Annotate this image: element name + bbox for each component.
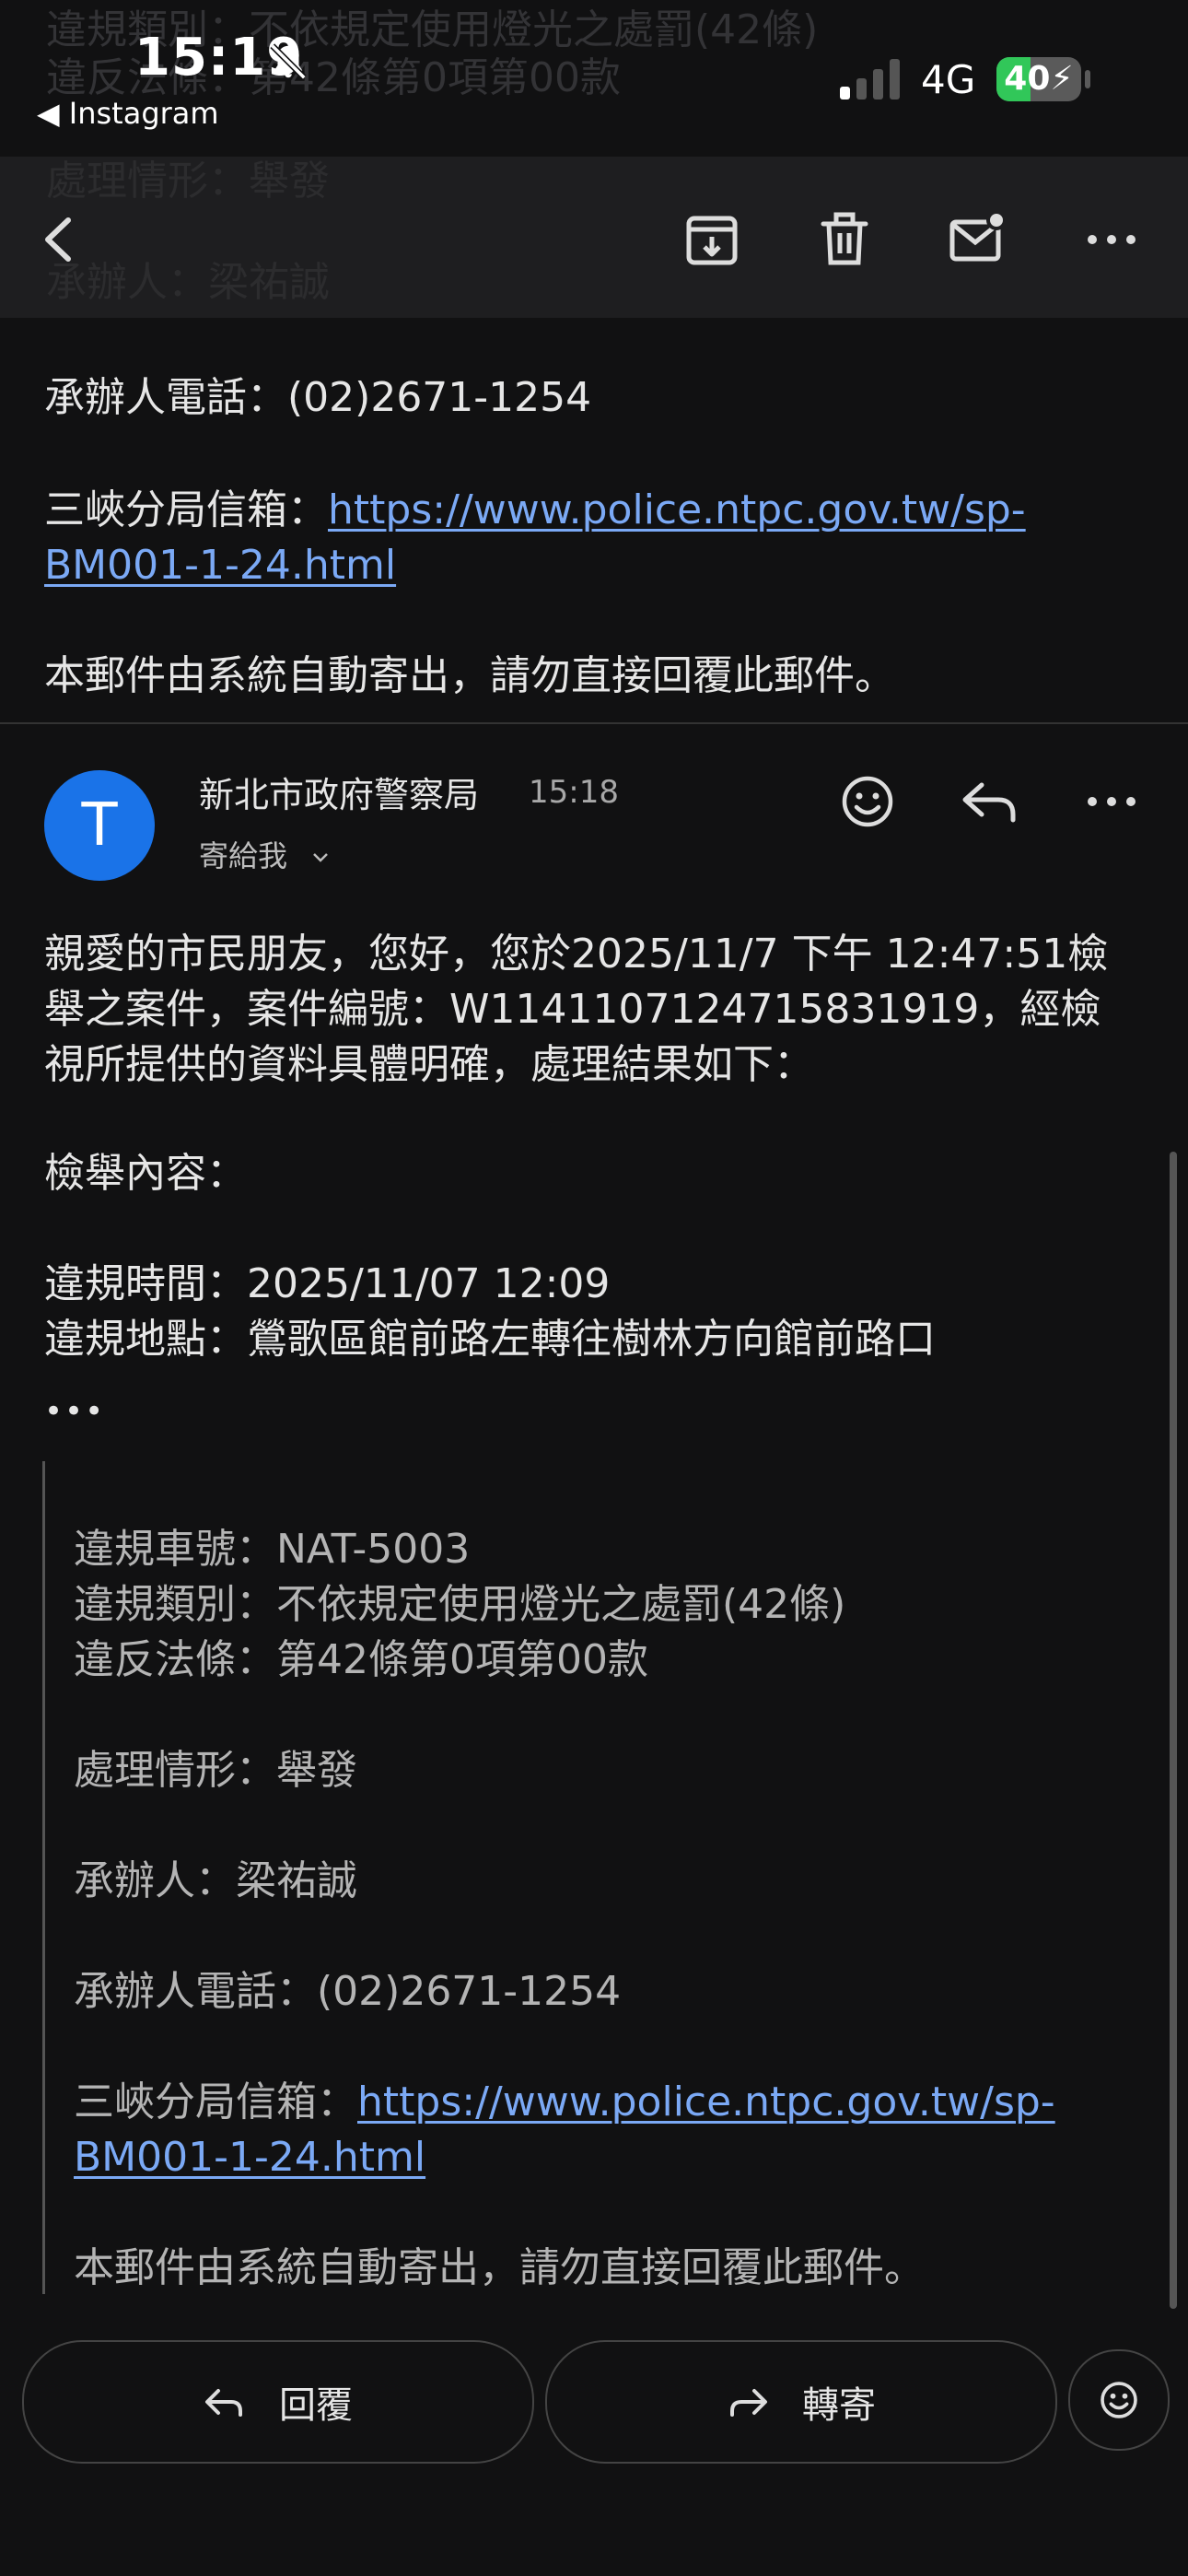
reply-icon[interactable]: [958, 772, 1022, 831]
quoted-phone: 承辦人電話：(02)2671-1254: [74, 1968, 622, 2015]
recipient-label: 寄給我: [199, 838, 288, 873]
reply-label: 回覆: [279, 2384, 353, 2427]
status-bar: 違規類別：不依規定使用燈光之處罰(42條) 違反法條：第42條第0項第00款 1…: [0, 0, 1188, 157]
mark-unread-icon[interactable]: [945, 207, 1009, 272]
bell-slash-icon: [270, 43, 307, 80]
body-line: 視所提供的資料具體明確，處理結果如下：: [44, 1041, 814, 1088]
scrollbar[interactable]: [1170, 1152, 1177, 2309]
back-to-instagram[interactable]: ◀ Instagram: [37, 96, 219, 131]
more-icon[interactable]: [1079, 207, 1144, 272]
message-time: 15:18: [529, 774, 619, 811]
back-arrow-icon[interactable]: [28, 207, 92, 272]
message-body: 親愛的市民朋友，您好，您於2025/11/7 下午 12:47:51檢 舉之案件…: [44, 927, 1159, 1093]
prev-auto-notice: 本郵件由系統自動寄出，請勿直接回覆此郵件。: [44, 652, 895, 699]
violation-time: 違規時間：2025/11/07 12:09: [44, 1260, 611, 1307]
forward-label: 轉寄: [802, 2384, 876, 2427]
forward-icon: [730, 2389, 767, 2417]
battery-level: 40: [1004, 60, 1051, 98]
emoji-icon[interactable]: [838, 772, 897, 831]
quote-bar: [42, 1461, 45, 2294]
signal-icon: [840, 59, 900, 100]
mailbox-label: 三峽分局信箱：: [44, 486, 328, 533]
emoji-reaction-button[interactable]: [1068, 2349, 1170, 2451]
quoted-status: 處理情形：舉發: [74, 1747, 357, 1794]
avatar[interactable]: T: [44, 770, 155, 881]
body-line: 親愛的市民朋友，您好，您於2025/11/7 下午 12:47:51檢: [44, 931, 1109, 978]
network-type: 4G: [921, 57, 976, 102]
charging-icon: ⚡: [1050, 60, 1074, 98]
reply-button[interactable]: 回覆: [22, 2340, 534, 2464]
violation-place: 違規地點：鶯歌區館前路左轉往樹林方向館前路口: [44, 1316, 936, 1363]
quoted-plate: 違規車號：NAT-5003: [74, 1526, 471, 1573]
quoted-mailbox: 三峽分局信箱：https://www.police.ntpc.gov.tw/sp…: [74, 2075, 1160, 2185]
chevron-down-icon: [313, 853, 329, 862]
show-trimmed-button[interactable]: •••: [44, 1384, 105, 1439]
recipient-toggle[interactable]: 寄給我: [199, 833, 332, 875]
emoji-icon: [1101, 2382, 1137, 2418]
sender-name[interactable]: 新北市政府警察局: [199, 767, 479, 817]
quoted-auto-notice: 本郵件由系統自動寄出，請勿直接回覆此郵件。: [74, 2244, 925, 2291]
quoted-category: 違規類別：不依規定使用燈光之處罰(42條): [74, 1581, 846, 1628]
prev-phone: 承辦人電話：(02)2671-1254: [44, 374, 592, 421]
message-more-icon[interactable]: [1079, 772, 1144, 831]
prev-mailbox: 三峽分局信箱：https://www.police.ntpc.gov.tw/sp…: [44, 483, 1149, 593]
quoted-officer: 承辦人：梁祐誠: [74, 1857, 357, 1904]
mail-toolbar: 處理情形：舉發 承辦人：梁祐誠: [0, 157, 1188, 318]
quoted-law: 違反法條：第42條第0項第00款: [74, 1636, 648, 1683]
trash-icon[interactable]: [812, 207, 877, 272]
body-line: 舉之案件，案件編號：W1141107124715831919，經檢: [44, 986, 1101, 1033]
reply-icon: [205, 2389, 242, 2417]
battery-cap: [1085, 70, 1090, 88]
report-content-label: 檢舉內容：: [44, 1150, 247, 1197]
mailbox-label: 三峽分局信箱：: [74, 2078, 357, 2125]
scrolled-text: 處理情形：舉發: [46, 158, 330, 205]
message-divider: [0, 722, 1188, 724]
forward-button[interactable]: 轉寄: [545, 2340, 1057, 2464]
archive-icon[interactable]: [680, 207, 744, 272]
battery-indicator: 40⚡: [996, 57, 1081, 101]
